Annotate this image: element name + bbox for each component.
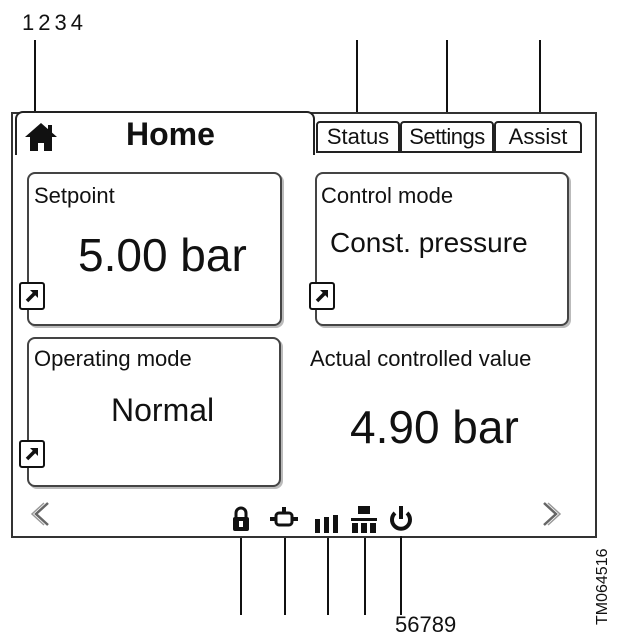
callout-1: 1	[22, 10, 39, 35]
operating-mode-label: Operating mode	[34, 346, 192, 371]
setpoint-label: Setpoint	[34, 183, 115, 208]
actual-value: 4.90 bar	[350, 401, 519, 453]
home-tab-label: Home	[126, 116, 215, 152]
control-mode-edit-button[interactable]	[309, 282, 335, 310]
callout-2: 2	[38, 10, 55, 35]
control-mode-label: Control mode	[321, 183, 454, 208]
leader-line-7	[327, 538, 329, 615]
reference-code: TM064516	[594, 548, 611, 626]
setpoint-edit-button[interactable]	[19, 282, 45, 310]
setpoint-value: 5.00 bar	[78, 229, 247, 281]
signal-bars-icon	[313, 513, 341, 538]
tab-status-label: Status	[326, 124, 390, 149]
leader-line-6	[284, 538, 286, 615]
control-mode-value: Const. pressure	[330, 227, 528, 258]
tab-assist[interactable]: Assist	[494, 121, 582, 153]
tab-settings-label: Settings	[409, 124, 485, 149]
callout-6: 6	[407, 612, 420, 637]
arrow-up-right-icon	[25, 448, 38, 461]
leader-line-9	[400, 536, 402, 615]
callout-9: 9	[444, 612, 457, 637]
operating-mode-value: Normal	[111, 392, 215, 428]
power-icon	[388, 505, 414, 538]
callout-7: 7	[419, 612, 432, 637]
callout-8: 8	[431, 612, 444, 637]
callout-3: 3	[54, 10, 71, 35]
pump-icon	[270, 507, 298, 536]
tab-status[interactable]: Status	[316, 121, 400, 153]
network-icon	[351, 505, 377, 538]
chevron-left-icon[interactable]	[30, 500, 54, 533]
lock-icon	[231, 505, 251, 538]
operating-mode-edit-button[interactable]	[19, 440, 45, 468]
leader-line-5	[240, 538, 242, 615]
home-icon	[22, 120, 60, 154]
tab-assist-label: Assist	[508, 124, 568, 149]
top-callout-numbers: 1234	[22, 12, 87, 34]
callout-4: 4	[70, 10, 87, 35]
actual-value-label: Actual controlled value	[310, 346, 532, 371]
callout-5: 5	[395, 612, 408, 637]
tab-settings[interactable]: Settings	[400, 121, 494, 153]
arrow-up-right-icon	[25, 290, 38, 303]
leader-line-8	[364, 538, 366, 615]
arrow-up-right-icon	[315, 290, 328, 303]
bottom-callout-numbers: 56789	[395, 614, 456, 636]
chevron-right-icon[interactable]	[538, 500, 562, 533]
